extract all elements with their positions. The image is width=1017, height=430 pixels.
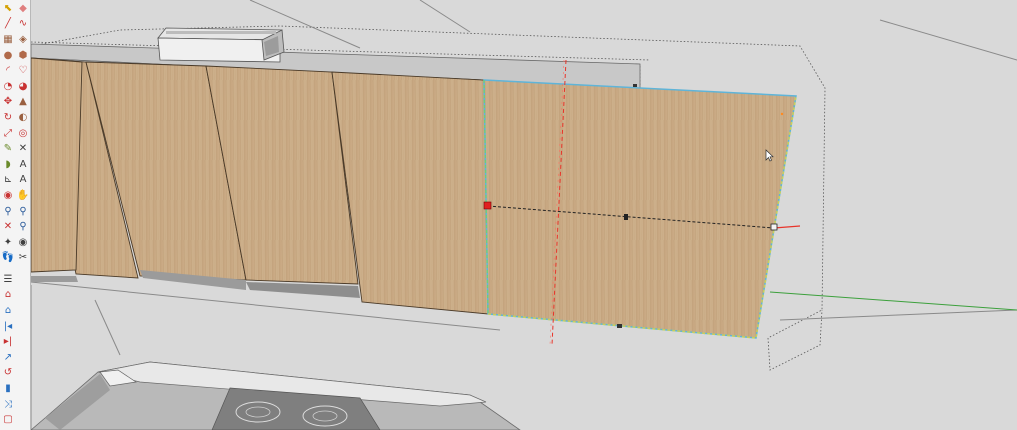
text-icon[interactable]: A — [16, 158, 30, 172]
previous-view-icon[interactable]: ⚲ — [16, 220, 30, 234]
toolbar-row: ⌂ — [0, 288, 30, 304]
scale-icon[interactable]: ⤢ — [1, 127, 15, 141]
outliner-icon[interactable]: ☰ — [1, 273, 15, 287]
zoom-extents-icon[interactable]: ✕ — [1, 220, 15, 234]
zoom-window-icon[interactable]: ⚲ — [16, 205, 30, 219]
toolbar-row: ✕ ⚲ — [0, 219, 30, 235]
select-arrow-icon[interactable]: ⬉ — [1, 2, 15, 16]
toolbar-row: 👣 ✂ — [0, 251, 30, 267]
frame-icon[interactable]: ▢ — [1, 413, 15, 427]
toolbar-row: ▸| — [0, 334, 30, 350]
extension-warehouse-icon[interactable]: ⌂ — [1, 304, 15, 318]
toolbar-row: ↺ — [0, 366, 30, 382]
range-hood-object — [157, 27, 285, 63]
toolbar-row: ◗ A — [0, 157, 30, 173]
protractor-icon[interactable]: ◗ — [1, 158, 15, 172]
warehouse-icon[interactable]: ⌂ — [1, 288, 15, 302]
toolbar-row: ✥ ▲ — [0, 95, 30, 111]
dimension-icon[interactable]: ✕ — [16, 142, 30, 156]
freehand-icon[interactable]: ∿ — [16, 17, 30, 31]
toolbar-row: ▮ — [0, 381, 30, 397]
toolbar-row: ⌂ — [0, 303, 30, 319]
toolbar-row: ⚲ ⚲ — [0, 204, 30, 220]
toolbar-row: ⤢ ◎ — [0, 126, 30, 142]
zoom-icon[interactable]: ⚲ — [1, 205, 15, 219]
section-plane-icon[interactable]: ✂ — [16, 251, 30, 265]
toolbar-row: ▦ ◈ — [0, 32, 30, 48]
eraser-icon[interactable]: ◆ — [16, 2, 30, 16]
toolbar-row: ↗ — [0, 350, 30, 366]
toolbar-row: ● ⬢ — [0, 48, 30, 64]
toolbar-row: ▢ — [0, 412, 30, 428]
follow-me-icon[interactable]: ◐ — [16, 111, 30, 125]
toolbar-row: ↻ ◐ — [0, 110, 30, 126]
circle-icon[interactable]: ● — [1, 49, 15, 63]
three-point-arc-icon[interactable]: ◔ — [1, 80, 15, 94]
push-pull-icon[interactable]: ▲ — [16, 95, 30, 109]
toolbar-row: ☰ — [0, 272, 30, 288]
scale-grip-right — [770, 223, 778, 231]
toolbar-row: ✎ ✕ — [0, 141, 30, 157]
top-grip — [633, 84, 637, 87]
trash-icon[interactable]: ▮ — [1, 382, 15, 396]
arc-icon[interactable]: ◜ — [1, 64, 15, 78]
polygon-icon[interactable]: ⬢ — [16, 49, 30, 63]
scale-grip-left — [483, 201, 492, 210]
walk-icon[interactable]: 👣 — [1, 251, 15, 265]
3d-text-icon[interactable]: A — [16, 173, 30, 187]
axes-icon[interactable]: ⊾ — [1, 173, 15, 187]
toolbar-row: ⬉ ◆ — [0, 1, 30, 17]
toolbar-row: ◉ ✋ — [0, 188, 30, 204]
toolbar-row: ╱ ∿ — [0, 17, 30, 33]
toolbar-row: ⊾ A — [0, 173, 30, 189]
refresh-icon[interactable]: ↺ — [1, 366, 15, 380]
orbit-icon[interactable]: ◉ — [1, 189, 15, 203]
rectangle-icon[interactable]: ▦ — [1, 33, 15, 47]
toolbar-row: ◜ ♡ — [0, 63, 30, 79]
position-camera-icon[interactable]: ✦ — [1, 236, 15, 250]
cabinet-doors — [31, 57, 489, 315]
pan-icon[interactable]: ✋ — [16, 189, 30, 203]
tape-measure-icon[interactable]: ✎ — [1, 142, 15, 156]
move-icon[interactable]: ✥ — [1, 95, 15, 109]
offset-icon[interactable]: ◎ — [16, 127, 30, 141]
toolbar-row: ✦ ◉ — [0, 235, 30, 251]
two-point-arc-icon[interactable]: ♡ — [16, 64, 30, 78]
shuffle-icon[interactable]: ⤨ — [1, 398, 15, 412]
export-icon[interactable]: ↗ — [1, 351, 15, 365]
previous-scene-icon[interactable]: |◂ — [1, 320, 15, 334]
toolbar-row: ⤨ — [0, 397, 30, 413]
bottom-grip — [617, 324, 622, 328]
center-marker — [624, 214, 628, 220]
rotate-icon[interactable]: ↻ — [1, 111, 15, 125]
toolbar-row: |◂ — [0, 319, 30, 335]
next-scene-icon[interactable]: ▸| — [1, 335, 15, 349]
look-around-icon[interactable]: ◉ — [16, 236, 30, 250]
pie-icon[interactable]: ◕ — [16, 80, 30, 94]
rotated-rectangle-icon[interactable]: ◈ — [16, 33, 30, 47]
pencil-line-icon[interactable]: ╱ — [1, 17, 15, 31]
tools-toolbar: ⬉ ◆ ╱ ∿ ▦ ◈ ● ⬢ ◜ ♡ ◔ ◕ ✥ ▲ ↻ ◐ ⤢ ◎ ✎ ✕ ◗ A ⊾ A ◉ ✋ ⚲ ⚲ ✕ ⚲ ✦ ◉ 👣 ✂ ☰ ⌂ ⌂ |◂ ▸… — [0, 0, 31, 430]
3d-viewport[interactable] — [31, 0, 1017, 430]
toolbar-row: ◔ ◕ — [0, 79, 30, 95]
